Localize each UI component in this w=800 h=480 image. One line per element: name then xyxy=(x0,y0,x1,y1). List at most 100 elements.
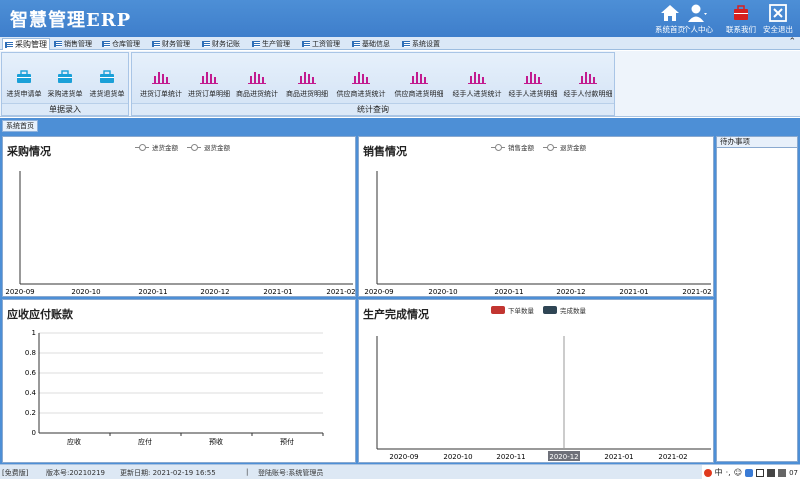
x-tick-accounts: 预付 xyxy=(280,437,294,446)
x-tick-purchase: 2020-10 xyxy=(71,288,100,296)
ribbon-btn-handler-stats[interactable]: 经手人进货统计 xyxy=(448,64,506,99)
x-tick-production: 2020-09 xyxy=(389,453,418,461)
ribbon-btn-handler-detail[interactable]: 经手人进货明细 xyxy=(504,64,562,99)
y-tick-accounts: 0.2 xyxy=(25,409,36,417)
ribbon-btn-order-stats[interactable]: 进货订单统计 xyxy=(136,64,186,99)
ribbon-group-stats-label: 统计查询 xyxy=(132,103,614,115)
exit-icon xyxy=(769,4,787,22)
tab-finance[interactable]: 财务管理 xyxy=(150,38,192,50)
ribbon-group-stats: 进货订单统计 进货订单明细 商品进货统计 商品进货明细 供应商进货统计 供应商进… xyxy=(131,52,615,116)
ribbon-btn-purchase-return[interactable]: 进货退货单 xyxy=(87,64,127,99)
ribbon-btn-order-detail[interactable]: 进货订单明细 xyxy=(184,64,234,99)
panel-purchase: 采购情况 进货金额 退货金额 2020-09 2020-10 2020-11 2… xyxy=(2,136,356,297)
panel-sales: 销售情况 销售金额 退货金额 2020-09 2020-10 2020-11 2… xyxy=(358,136,714,297)
keyboard-icon[interactable] xyxy=(756,468,765,477)
briefcase-icon xyxy=(17,70,31,83)
top-bar: 智慧管理ERP 系统首页 个人中心 联系我们 安全退出 xyxy=(0,0,800,37)
toolbox-icon[interactable] xyxy=(778,468,787,477)
panel-todo-title: 待办事项 xyxy=(717,137,797,148)
bar-chart-icon xyxy=(410,72,428,84)
y-tick-accounts: 0 xyxy=(32,429,36,437)
chart-accounts: 1 0.8 0.6 0.4 0.2 0 应收 应付 预收 预付 xyxy=(25,329,324,446)
y-tick-accounts: 0.4 xyxy=(25,389,37,397)
ribbon-btn-supplier-stats[interactable]: 供应商进货统计 xyxy=(332,64,390,99)
list-icon xyxy=(252,41,260,47)
mic-icon[interactable] xyxy=(745,468,754,477)
nav-profile[interactable]: 个人中心 xyxy=(674,2,722,35)
bar-chart-icon xyxy=(352,72,370,84)
tab-sales[interactable]: 销售管理 xyxy=(52,38,94,50)
ribbon-group-entry-label: 单据录入 xyxy=(2,103,128,115)
ribbon-btn-purchase-request[interactable]: 进货申请单 xyxy=(4,64,44,99)
app-title: 智慧管理ERP xyxy=(10,10,132,31)
x-tick-production: 2021-01 xyxy=(604,453,633,461)
panel-accounts: 应收应付账款 1 0.8 0.6 0.4 0.2 0 应收 应付 预收 预付 xyxy=(2,299,356,463)
tab-production[interactable]: 生产管理 xyxy=(250,38,292,50)
chart-purchase: 2020-09 2020-10 2020-11 2020-12 2021-01 … xyxy=(5,171,355,296)
x-tick-production: 2020-10 xyxy=(443,453,472,461)
x-tick-sales: 2021-01 xyxy=(619,288,648,296)
ribbon-btn-goods-detail[interactable]: 商品进货明细 xyxy=(282,64,332,99)
chart-production: 2020-09 2020-10 2020-11 2020-12 2021-01 … xyxy=(376,336,711,461)
y-tick-accounts: 1 xyxy=(32,329,36,337)
ribbon-btn-purchase-receipt[interactable]: 采购进货单 xyxy=(45,64,85,99)
tab-home-page[interactable]: 系统首页 xyxy=(2,120,38,132)
x-tick-purchase: 2020-12 xyxy=(200,288,229,296)
nav-logout[interactable]: 安全退出 xyxy=(754,2,800,35)
ribbon-btn-supplier-detail[interactable]: 供应商进货明细 xyxy=(390,64,448,99)
x-tick-sales: 2021-02 xyxy=(682,288,711,296)
list-icon xyxy=(352,41,360,47)
status-edition: [免费版] xyxy=(2,469,29,477)
skin-icon[interactable] xyxy=(767,468,776,477)
y-tick-accounts: 0.8 xyxy=(25,349,36,357)
bar-chart-icon xyxy=(200,72,218,84)
list-icon xyxy=(402,41,410,47)
ribbon-btn-handler-payment[interactable]: 经手人付款明细 xyxy=(560,64,616,99)
bar-chart-icon xyxy=(248,72,266,84)
x-tick-purchase: 2021-02 xyxy=(326,288,355,296)
x-tick-production: 2021-02 xyxy=(658,453,687,461)
status-update-date: 更新日期: 2021-02-19 16:55 xyxy=(120,469,216,477)
system-tray: 中 ·, ☺ 07 xyxy=(701,465,800,480)
status-login: 登陆账号:系统管理员 xyxy=(258,469,324,477)
tab-bookkeeping[interactable]: 财务记账 xyxy=(200,38,242,50)
x-tick-production: 2020-12 xyxy=(549,453,578,461)
list-icon xyxy=(102,41,110,47)
ime-logo-icon[interactable] xyxy=(703,468,712,477)
status-separator: | xyxy=(246,468,249,476)
x-tick-purchase: 2021-01 xyxy=(263,288,292,296)
list-icon xyxy=(302,41,310,47)
collapse-ribbon-icon[interactable]: ⌃ xyxy=(788,37,796,47)
bar-chart-icon xyxy=(152,72,170,84)
tab-basic-info[interactable]: 基础信息 xyxy=(350,38,392,50)
tray-text: 07 xyxy=(789,468,798,477)
bar-chart-icon xyxy=(468,72,486,84)
emoji-icon[interactable]: ☺ xyxy=(734,468,742,477)
x-tick-accounts: 应收 xyxy=(67,437,81,446)
ime-mode-icon[interactable]: 中 xyxy=(715,467,723,478)
dashboard: 采购情况 进货金额 退货金额 2020-09 2020-10 2020-11 2… xyxy=(0,132,800,464)
tab-warehouse[interactable]: 仓库管理 xyxy=(100,38,142,50)
bar-chart-icon xyxy=(579,72,597,84)
tab-purchase[interactable]: 采购管理 xyxy=(2,38,50,50)
list-icon xyxy=(5,41,13,48)
ribbon-btn-goods-stats[interactable]: 商品进货统计 xyxy=(232,64,282,99)
list-icon xyxy=(54,41,62,47)
panel-production: 生产完成情况 下单数量 完成数量 2020-09 2020-10 2020-11… xyxy=(358,299,714,463)
ribbon-group-entry: 进货申请单 采购进货单 进货退货单 单据录入 xyxy=(1,52,129,116)
x-tick-production: 2020-11 xyxy=(496,453,525,461)
nav-profile-label: 个人中心 xyxy=(683,25,713,34)
status-version: 版本号:20210219 xyxy=(46,469,105,477)
module-tab-bar: 采购管理 销售管理 仓库管理 财务管理 财务记账 生产管理 工资管理 基础信息 … xyxy=(0,37,800,50)
x-tick-sales: 2020-12 xyxy=(556,288,585,296)
punctuation-icon[interactable]: ·, xyxy=(726,468,731,477)
briefcase-icon xyxy=(58,70,72,83)
tab-salary[interactable]: 工资管理 xyxy=(300,38,342,50)
list-icon xyxy=(152,41,160,47)
briefcase-icon xyxy=(100,70,114,83)
tab-system-settings[interactable]: 系统设置 xyxy=(400,38,442,50)
x-tick-sales: 2020-09 xyxy=(364,288,393,296)
x-tick-sales: 2020-11 xyxy=(494,288,523,296)
y-tick-accounts: 0.6 xyxy=(25,369,37,377)
status-bar: [免费版] 版本号:20210219 更新日期: 2021-02-19 16:5… xyxy=(0,464,800,480)
